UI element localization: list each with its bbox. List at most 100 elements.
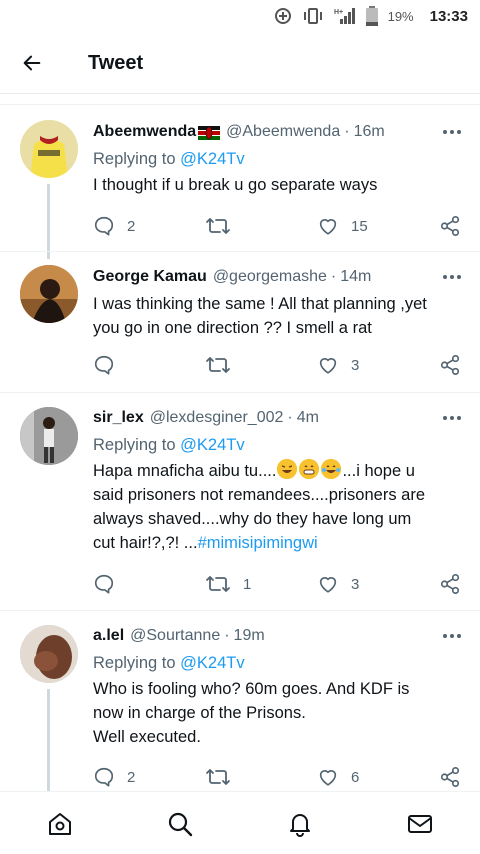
share-button[interactable] xyxy=(439,353,461,377)
like-button[interactable]: 6 xyxy=(317,765,359,789)
like-button[interactable]: 3 xyxy=(317,572,359,596)
like-icon xyxy=(319,577,337,593)
retweet-icon xyxy=(206,357,230,373)
share-icon xyxy=(440,216,460,236)
display-name[interactable]: George Kamau xyxy=(93,266,207,288)
nav-home[interactable] xyxy=(45,809,75,839)
reply-button[interactable]: 2 xyxy=(93,214,135,238)
reply-button[interactable]: 2 xyxy=(93,765,135,789)
timestamp[interactable]: 14m xyxy=(340,266,371,288)
tweet-text-line: Who is fooling who? 60m goes. And KDF is xyxy=(93,680,410,698)
replying-to: Replying to @K24Tv xyxy=(93,652,464,674)
like-count: 6 xyxy=(351,768,360,786)
separator-dot: · xyxy=(287,409,293,426)
rofl-emoji-icon xyxy=(277,459,298,479)
tears-of-joy-emoji-icon xyxy=(321,459,342,479)
retweet-button[interactable] xyxy=(205,214,243,238)
display-name[interactable]: a.lel xyxy=(93,625,124,647)
network-type-text: H+ xyxy=(334,9,343,16)
replying-to: Replying to @K24Tv xyxy=(93,434,464,456)
reply-count: 2 xyxy=(127,768,136,786)
status-bar: H+ 19% 13:33 xyxy=(0,0,480,32)
replying-to-label: Replying to xyxy=(93,150,181,168)
replying-to: Replying to @K24Tv xyxy=(93,148,464,170)
avatar[interactable] xyxy=(20,120,78,178)
tweet-text: Hapa mnaficha aibu tu.... ...i hope u sai… xyxy=(93,459,464,555)
reply-icon xyxy=(94,767,114,787)
mention-link[interactable]: @K24Tv xyxy=(180,436,244,454)
retweet-button[interactable] xyxy=(205,353,243,377)
tweet-text-fragment: Hapa mnaficha aibu tu.... xyxy=(93,462,277,480)
more-options-button[interactable] xyxy=(440,407,464,429)
more-options-button[interactable] xyxy=(440,121,464,143)
reply-body: George Kamau @georgemashe · 14m I was th… xyxy=(93,266,464,340)
tweet-text-line: I was thinking the same ! All that plann… xyxy=(93,295,427,313)
vibrate-icon xyxy=(302,7,324,25)
back-button[interactable] xyxy=(0,38,64,88)
notifications-icon xyxy=(290,814,310,837)
tweet-text-fragment: ...i hope u xyxy=(342,462,415,480)
reply-body: Abeemwenda @Abeemwenda · 16m Replying to… xyxy=(93,121,464,197)
tweet-text: I was thinking the same ! All that plann… xyxy=(93,292,464,340)
grinning-emoji-icon xyxy=(299,459,320,479)
replying-to-label: Replying to xyxy=(93,654,181,672)
like-button[interactable]: 3 xyxy=(317,353,359,377)
like-button[interactable]: 15 xyxy=(317,214,368,238)
retweet-icon xyxy=(206,769,230,785)
share-button[interactable] xyxy=(439,572,461,596)
display-name[interactable]: sir_lex xyxy=(93,407,144,429)
avatar[interactable] xyxy=(20,265,78,323)
back-arrow-icon xyxy=(23,55,41,71)
retweet-button[interactable] xyxy=(205,765,243,789)
hashtag-link[interactable]: #mimisipimingwi xyxy=(198,534,318,552)
more-icon xyxy=(443,275,461,279)
thread-line xyxy=(47,184,50,259)
kenya-flag-icon xyxy=(198,125,221,140)
more-icon xyxy=(443,130,461,134)
more-options-button[interactable] xyxy=(440,266,464,288)
username[interactable]: @lexdesginer_002 xyxy=(150,407,284,429)
retweet-count: 1 xyxy=(243,575,252,593)
share-button[interactable] xyxy=(439,214,461,238)
reply-tweet[interactable]: sir_lex @lexdesginer_002 · 4m Replying t… xyxy=(0,393,480,610)
reply-button[interactable] xyxy=(93,353,127,377)
reply-tweet[interactable]: George Kamau @georgemashe · 14m I was th… xyxy=(0,252,480,392)
share-button[interactable] xyxy=(439,765,461,789)
timestamp[interactable]: 19m xyxy=(234,625,265,647)
avatar[interactable] xyxy=(20,625,78,683)
reply-meta: a.lel @Sourtanne · 19m xyxy=(93,625,464,647)
reply-tweet[interactable]: a.lel @Sourtanne · 19m Replying to @K24T… xyxy=(0,611,480,791)
reply-meta: George Kamau @georgemashe · 14m xyxy=(93,266,464,288)
nav-search[interactable] xyxy=(165,809,195,839)
data-saver-icon xyxy=(274,7,292,25)
retweet-button[interactable]: 1 xyxy=(205,572,251,596)
username[interactable]: @Abeemwenda xyxy=(226,121,340,143)
mention-link[interactable]: @K24Tv xyxy=(180,654,244,672)
timestamp[interactable]: 16m xyxy=(354,121,385,143)
action-bar: 2 15 xyxy=(93,214,463,238)
reply-body: a.lel @Sourtanne · 19m Replying to @K24T… xyxy=(93,625,464,749)
reply-meta: Abeemwenda @Abeemwenda · 16m xyxy=(93,121,464,143)
nav-messages[interactable] xyxy=(405,809,435,839)
reply-count: 2 xyxy=(127,217,136,235)
display-name[interactable]: Abeemwenda xyxy=(93,121,196,143)
username[interactable]: @Sourtanne xyxy=(130,625,220,647)
share-icon xyxy=(440,574,460,594)
mention-link[interactable]: @K24Tv xyxy=(180,150,244,168)
reply-tweet[interactable]: Abeemwenda @Abeemwenda · 16m Replying to… xyxy=(0,106,480,259)
thread-line xyxy=(47,689,50,791)
reply-icon xyxy=(94,216,114,236)
bottom-nav xyxy=(0,792,480,854)
like-icon xyxy=(319,219,337,235)
action-bar: 1 3 xyxy=(93,572,463,596)
like-icon xyxy=(319,770,337,786)
more-options-button[interactable] xyxy=(440,625,464,647)
battery-icon xyxy=(365,6,378,26)
tweet-text-line: always shaved....why do they have long u… xyxy=(93,510,412,528)
timestamp[interactable]: 4m xyxy=(297,407,319,429)
avatar[interactable] xyxy=(20,407,78,465)
action-bar: 3 xyxy=(93,353,463,377)
reply-button[interactable] xyxy=(93,572,127,596)
nav-notifications[interactable] xyxy=(285,809,315,839)
username[interactable]: @georgemashe xyxy=(213,266,327,288)
